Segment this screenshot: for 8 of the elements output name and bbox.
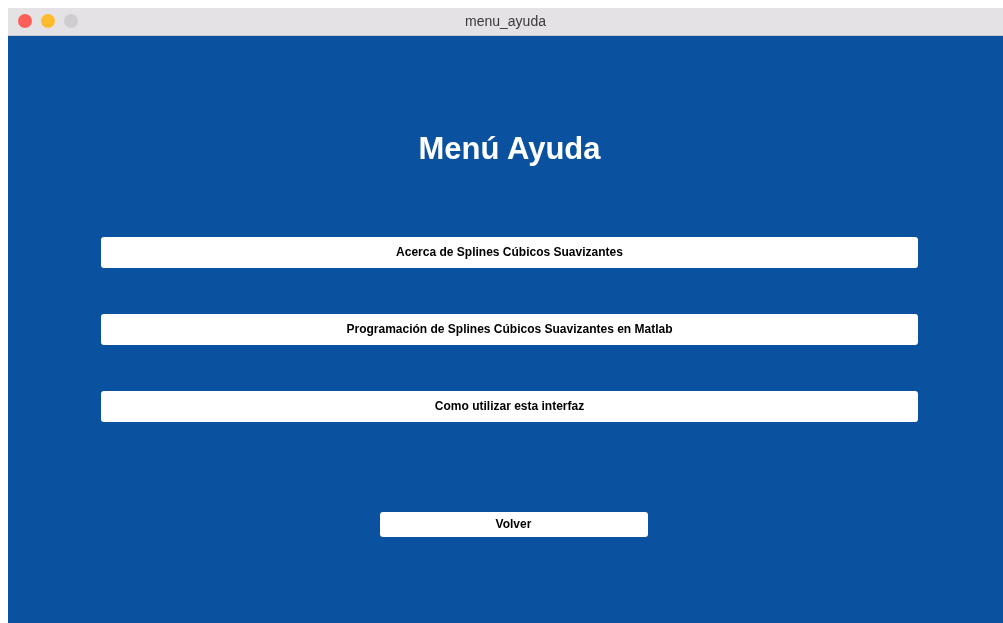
menu-button[interactable]: Acerca de Splines Cúbicos Suavizantes [101,236,918,268]
close-button[interactable] [18,14,32,28]
minimize-button[interactable] [41,14,55,28]
heading: Menú Ayuda [418,130,601,168]
menu-button[interactable]: Como utilizar esta interfaz [101,390,918,422]
back-button[interactable]: Volver [379,511,648,537]
menu-button[interactable]: Programación de Splines Cúbicos Suavizantes en Matlab [101,313,918,345]
window-title: menu_ayuda [465,12,546,31]
